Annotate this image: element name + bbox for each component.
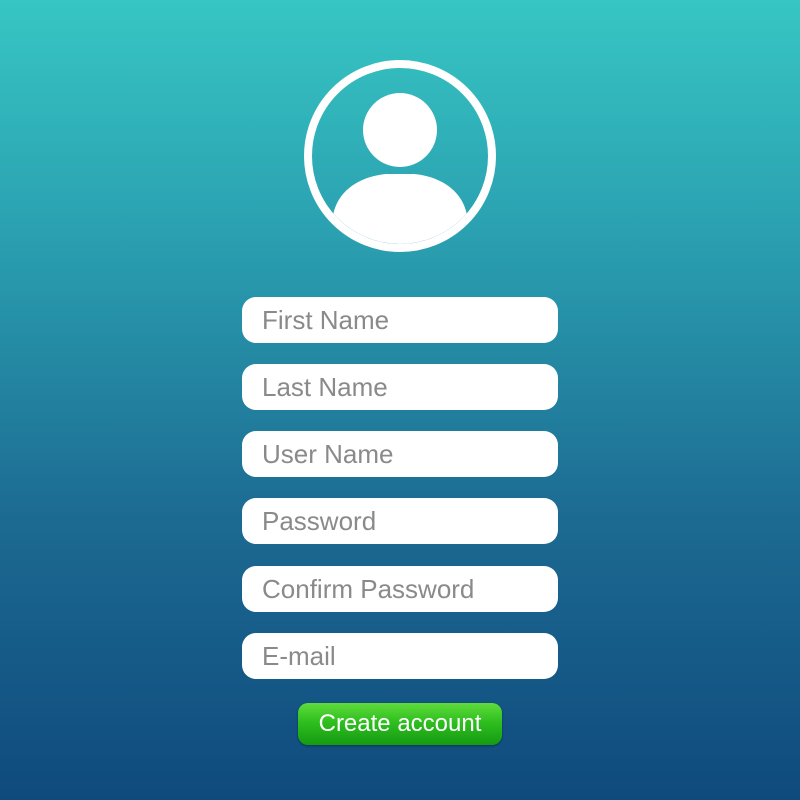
user-avatar-icon xyxy=(302,58,498,254)
create-account-label: Create account xyxy=(318,710,482,737)
last-name-field[interactable]: Last Name xyxy=(242,364,558,410)
create-account-button[interactable]: Create account xyxy=(298,703,502,745)
password-placeholder: Password xyxy=(262,505,377,536)
first-name-field[interactable]: First Name xyxy=(242,297,558,343)
confirm-password-placeholder: Confirm Password xyxy=(262,573,475,604)
user-name-placeholder: User Name xyxy=(262,438,394,469)
last-name-placeholder: Last Name xyxy=(262,371,388,402)
first-name-placeholder: First Name xyxy=(262,304,390,335)
confirm-password-field[interactable]: Confirm Password xyxy=(242,566,558,612)
email-placeholder: E-mail xyxy=(262,640,336,671)
password-field[interactable]: Password xyxy=(242,498,558,544)
user-name-field[interactable]: User Name xyxy=(242,431,558,477)
email-field[interactable]: E-mail xyxy=(242,633,558,679)
